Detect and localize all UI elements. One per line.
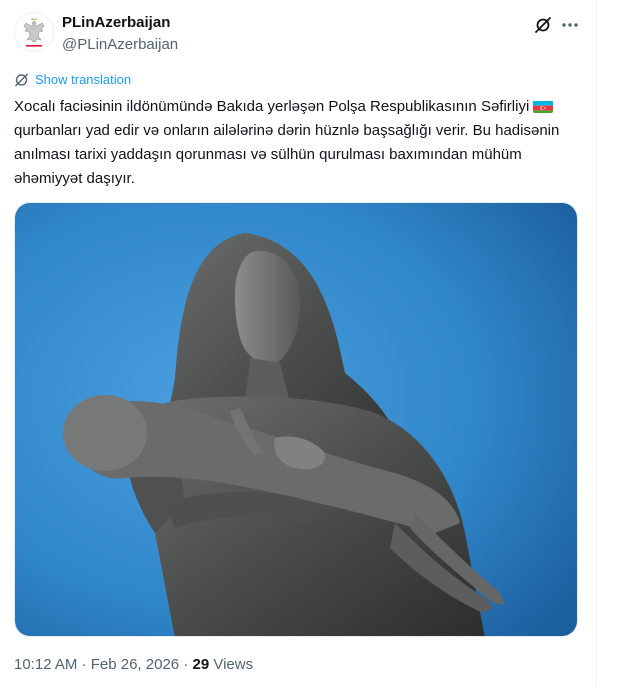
tweet-meta: 10:12 AM · Feb 26, 2026 · 29 Views bbox=[14, 656, 253, 673]
polish-eagle-icon bbox=[14, 12, 54, 52]
more-icon[interactable] bbox=[560, 16, 580, 34]
show-translation-label: Show translation bbox=[35, 72, 132, 87]
column-border bbox=[596, 0, 597, 687]
author-display-name[interactable]: PLinAzerbaijan bbox=[62, 14, 170, 31]
tweet-text: Xocalı faciəsinin ildönümündə Bakıda yer… bbox=[14, 95, 574, 191]
tweet-text-part2: qurbanları yad edir və onların ailələrin… bbox=[14, 122, 560, 187]
views-label: Views bbox=[209, 656, 254, 673]
tweet-time[interactable]: 10:12 AM bbox=[14, 656, 77, 673]
views-count: 29 bbox=[192, 656, 210, 673]
azerbaijan-flag-icon bbox=[533, 99, 554, 113]
avatar[interactable] bbox=[14, 12, 54, 52]
tweet-date[interactable]: Feb 26, 2026 bbox=[91, 656, 179, 673]
grok-icon[interactable] bbox=[534, 16, 552, 34]
tweet-text-part1: Xocalı faciəsinin ildönümündə Bakıda yer… bbox=[14, 98, 530, 115]
tweet-media-image[interactable] bbox=[14, 202, 578, 637]
author-handle[interactable]: @PLinAzerbaijan bbox=[62, 36, 178, 53]
translate-icon bbox=[15, 73, 28, 87]
meta-separator: · bbox=[77, 656, 91, 673]
meta-separator-2: · bbox=[179, 656, 193, 673]
show-translation-button[interactable]: Show translation bbox=[14, 72, 131, 87]
statue-photo bbox=[15, 203, 577, 636]
